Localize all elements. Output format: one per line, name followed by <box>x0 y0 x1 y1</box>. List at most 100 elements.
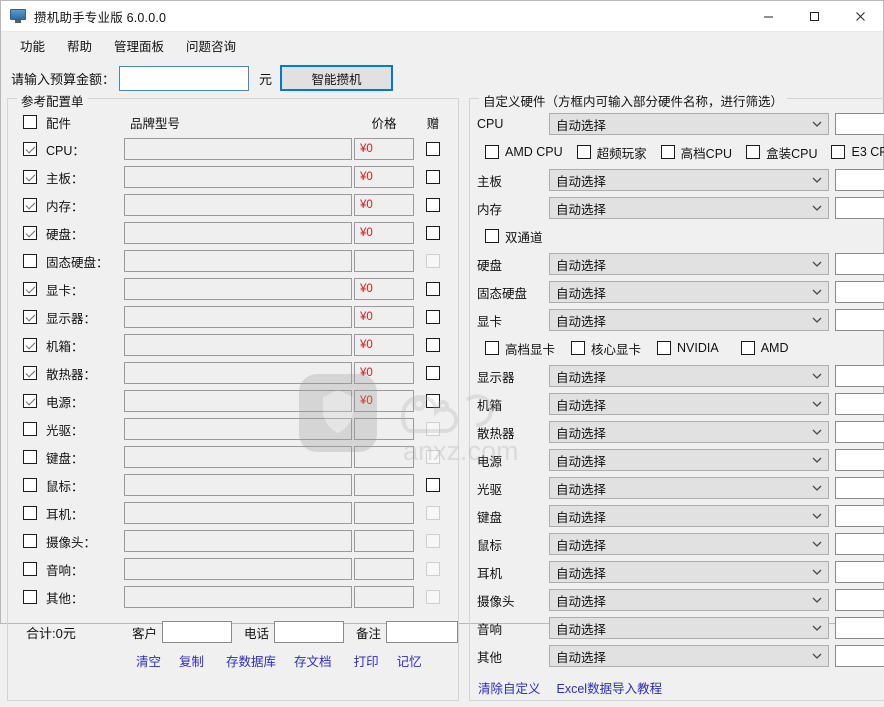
hardware-filter-input[interactable] <box>834 253 884 275</box>
customer-input[interactable] <box>162 621 233 643</box>
overclock-option-checkbox[interactable] <box>576 145 591 159</box>
row-enable-checkbox[interactable] <box>23 366 37 380</box>
menu-item-admin-panel[interactable]: 管理面板 <box>103 33 175 58</box>
hardware-select[interactable]: 自动选择 <box>549 477 829 499</box>
row-enable-checkbox[interactable] <box>23 226 37 240</box>
hardware-select[interactable]: 自动选择 <box>549 169 829 191</box>
clear-custom-link[interactable]: 清除自定义 <box>478 678 541 697</box>
row-enable-checkbox[interactable] <box>23 394 37 408</box>
model-input[interactable] <box>124 250 352 272</box>
price-input[interactable] <box>354 222 414 244</box>
hardware-filter-input[interactable] <box>834 421 884 443</box>
hardware-select[interactable]: 自动选择 <box>549 645 829 667</box>
budget-input[interactable] <box>119 65 250 91</box>
gift-checkbox[interactable] <box>426 366 440 380</box>
gift-checkbox[interactable] <box>426 170 440 184</box>
hardware-select[interactable]: 自动选择 <box>549 281 829 303</box>
note-input[interactable] <box>386 621 459 643</box>
model-input[interactable] <box>124 446 352 468</box>
dual-channel-option-checkbox[interactable] <box>485 229 499 243</box>
hardware-filter-input[interactable] <box>834 393 884 415</box>
e3-cpu-option-checkbox[interactable] <box>831 145 846 159</box>
model-input[interactable] <box>124 558 352 580</box>
amd-cpu-option[interactable]: AMD CPU <box>485 145 563 159</box>
hardware-select[interactable]: 自动选择 <box>549 309 829 331</box>
model-input[interactable] <box>124 222 352 244</box>
high-end-gpu-option[interactable]: 高档显卡 <box>485 339 555 358</box>
price-input[interactable] <box>354 530 414 552</box>
hardware-filter-input[interactable] <box>834 645 884 667</box>
hardware-filter-input[interactable] <box>834 197 884 219</box>
row-enable-checkbox[interactable] <box>23 142 37 156</box>
copy-link[interactable]: 复制 <box>179 651 204 670</box>
row-enable-checkbox[interactable] <box>23 198 37 212</box>
print-link[interactable]: 打印 <box>354 651 379 670</box>
hardware-select[interactable]: 自动选择 <box>549 197 829 219</box>
hardware-filter-input[interactable] <box>834 589 884 611</box>
phone-input[interactable] <box>274 621 345 643</box>
hardware-select[interactable]: 自动选择 <box>549 365 829 387</box>
gift-checkbox[interactable] <box>426 478 440 492</box>
gift-checkbox[interactable] <box>426 338 440 352</box>
price-input[interactable] <box>354 558 414 580</box>
high-end-cpu-option[interactable]: 高档CPU <box>660 143 732 162</box>
hardware-filter-input[interactable] <box>834 449 884 471</box>
price-input[interactable] <box>354 502 414 524</box>
dual-channel-option[interactable]: 双通道 <box>485 227 543 246</box>
hardware-filter-input[interactable] <box>834 561 884 583</box>
row-enable-checkbox[interactable] <box>23 310 37 324</box>
excel-import-tutorial-link[interactable]: Excel数据导入教程 <box>557 678 663 697</box>
gift-checkbox[interactable] <box>426 282 440 296</box>
clear-link[interactable]: 清空 <box>136 651 161 670</box>
boxed-cpu-option[interactable]: 盒装CPU <box>746 143 817 162</box>
row-enable-checkbox[interactable] <box>23 450 37 464</box>
model-input[interactable] <box>124 502 352 524</box>
gift-checkbox[interactable] <box>426 394 440 408</box>
model-input[interactable] <box>124 530 352 552</box>
row-enable-checkbox[interactable] <box>23 422 37 436</box>
model-input[interactable] <box>124 306 352 328</box>
minimize-icon[interactable] <box>745 1 791 32</box>
row-enable-checkbox[interactable] <box>23 170 37 184</box>
hardware-select[interactable]: 自动选择 <box>549 617 829 639</box>
close-icon[interactable] <box>837 1 883 32</box>
model-input[interactable] <box>124 362 352 384</box>
maximize-icon[interactable] <box>791 1 837 32</box>
price-input[interactable] <box>354 250 414 272</box>
hardware-filter-input[interactable] <box>834 309 884 331</box>
hardware-filter-input[interactable] <box>834 617 884 639</box>
row-enable-checkbox[interactable] <box>23 338 37 352</box>
price-input[interactable] <box>354 138 414 160</box>
price-input[interactable] <box>354 278 414 300</box>
nvidia-option[interactable]: NVIDIA <box>657 341 719 355</box>
price-input[interactable] <box>354 418 414 440</box>
gift-checkbox[interactable] <box>426 226 440 240</box>
price-input[interactable] <box>354 446 414 468</box>
menu-item-support[interactable]: 问题咨询 <box>175 33 247 58</box>
e3-cpu-option[interactable]: E3 CPU <box>831 145 884 159</box>
hardware-select[interactable]: 自动选择 <box>549 533 829 555</box>
row-enable-checkbox[interactable] <box>23 254 37 268</box>
menu-item-help[interactable]: 帮助 <box>56 33 103 58</box>
model-input[interactable] <box>124 586 352 608</box>
row-enable-checkbox[interactable] <box>23 562 37 576</box>
price-input[interactable] <box>354 334 414 356</box>
row-enable-checkbox[interactable] <box>23 282 37 296</box>
nvidia-option-checkbox[interactable] <box>657 341 672 355</box>
hardware-filter-input[interactable] <box>834 533 884 555</box>
model-input[interactable] <box>124 390 352 412</box>
row-enable-checkbox[interactable] <box>23 506 37 520</box>
hardware-select[interactable]: 自动选择 <box>549 505 829 527</box>
amd-cpu-option-checkbox[interactable] <box>485 145 499 159</box>
amd-gpu-option-checkbox[interactable] <box>740 341 755 355</box>
memory-link[interactable]: 记忆 <box>397 651 422 670</box>
price-input[interactable] <box>354 362 414 384</box>
save-database-link[interactable]: 存数据库 <box>226 651 276 670</box>
model-input[interactable] <box>124 474 352 496</box>
hardware-select[interactable]: 自动选择 <box>549 113 829 135</box>
smart-build-button[interactable]: 智能攒机 <box>280 65 394 91</box>
model-input[interactable] <box>124 278 352 300</box>
price-input[interactable] <box>354 194 414 216</box>
row-enable-checkbox[interactable] <box>23 478 37 492</box>
model-input[interactable] <box>124 138 352 160</box>
